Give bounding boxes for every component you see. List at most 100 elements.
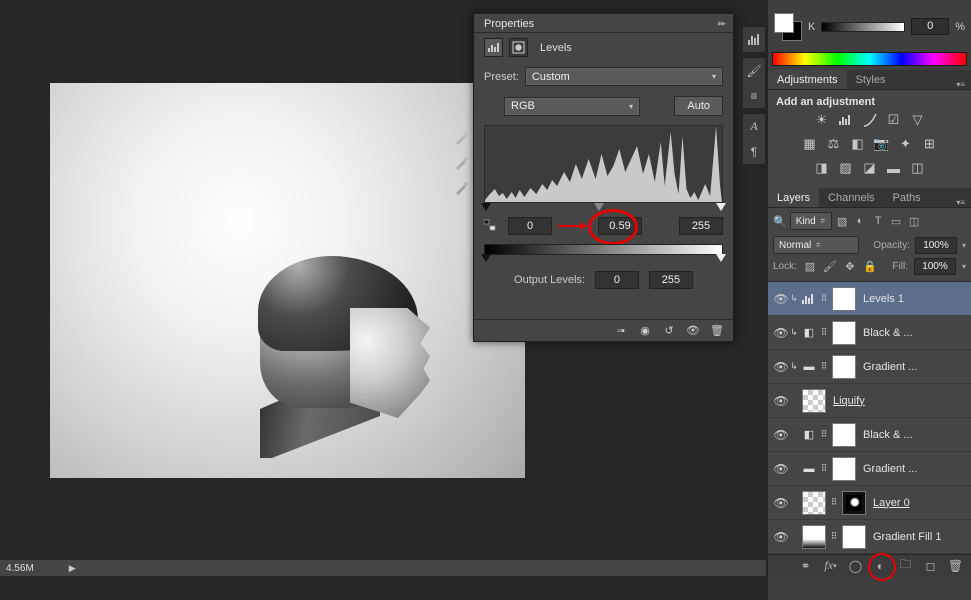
visibility-icon[interactable]: 👁: [773, 292, 789, 306]
layer-name[interactable]: Black & ...: [863, 327, 966, 339]
levels-adjustment-icon[interactable]: [484, 38, 503, 57]
tab-styles[interactable]: Styles: [847, 70, 895, 89]
tab-layers[interactable]: Layers: [768, 188, 819, 207]
clip-to-layer-icon[interactable]: ▫▪: [611, 322, 631, 339]
new-layer-icon[interactable]: ◻: [923, 558, 938, 573]
channel-dropdown[interactable]: RGB▾: [504, 97, 640, 116]
visibility-icon[interactable]: 👁: [773, 462, 789, 476]
histogram-panel-icon[interactable]: [746, 31, 763, 48]
curves-icon[interactable]: [861, 112, 879, 128]
properties-tab[interactable]: Properties: [474, 15, 544, 32]
lock-position-icon[interactable]: ✥: [843, 260, 857, 274]
invert-icon[interactable]: ◨: [813, 160, 831, 176]
white-point-eyedropper-icon[interactable]: [454, 179, 470, 195]
fill-field[interactable]: 100%: [914, 258, 956, 275]
toggle-visibility-icon[interactable]: 👁: [683, 322, 703, 339]
mask-thumb[interactable]: [832, 321, 856, 345]
mask-thumb[interactable]: [842, 525, 866, 549]
mask-thumb[interactable]: [832, 423, 856, 447]
layer-name[interactable]: Layer 0: [873, 497, 966, 509]
visibility-icon[interactable]: 👁: [773, 360, 789, 374]
mask-thumb[interactable]: [832, 287, 856, 311]
filter-pixel-icon[interactable]: ▧: [835, 214, 850, 229]
layer-row[interactable]: 👁 Liquify: [768, 384, 971, 418]
layer-filter-dropdown[interactable]: Kind≑: [790, 212, 832, 230]
channel-mixer-icon[interactable]: ✦: [897, 136, 915, 152]
blend-mode-dropdown[interactable]: Normal≑: [773, 236, 859, 254]
lock-transparent-icon[interactable]: ▨: [803, 260, 817, 274]
color-lookup-icon[interactable]: ⊞: [921, 136, 939, 152]
output-white-field[interactable]: 255: [649, 271, 693, 289]
gradient-map-icon[interactable]: ▬: [885, 160, 903, 176]
k-value-field[interactable]: 0: [911, 18, 949, 35]
wb-toggle-icon[interactable]: [484, 218, 496, 235]
white-output-handle[interactable]: [716, 254, 726, 262]
tab-paths[interactable]: Paths: [884, 188, 930, 207]
layer-name[interactable]: Gradient ...: [863, 463, 966, 475]
brush-presets-icon[interactable]: ≡: [746, 87, 763, 104]
layer-row[interactable]: 👁 ↳ ▬ ⠿ Gradient ...: [768, 350, 971, 384]
mask-thumb[interactable]: [842, 491, 866, 515]
opacity-field[interactable]: 100%: [915, 237, 957, 254]
input-white-field[interactable]: 255: [679, 217, 723, 235]
timeline-play-icon[interactable]: ▶: [69, 563, 76, 574]
visibility-icon[interactable]: 👁: [773, 530, 789, 544]
black-input-handle[interactable]: [481, 203, 491, 211]
levels-icon[interactable]: [837, 112, 855, 128]
mask-icon[interactable]: [509, 38, 528, 57]
link-layers-icon[interactable]: ⚭: [798, 558, 813, 573]
visibility-icon[interactable]: 👁: [773, 326, 789, 340]
layer-row[interactable]: 👁 ↳ ⠿ Levels 1: [768, 282, 971, 316]
layer-row[interactable]: 👁 ↳ ◧ ⠿ Black & ...: [768, 316, 971, 350]
collapse-icon[interactable]: ▸▸: [710, 18, 733, 29]
layers-menu-icon[interactable]: ▾≡: [950, 198, 971, 207]
black-white-icon[interactable]: ◧: [849, 136, 867, 152]
color-ramp[interactable]: [772, 52, 967, 66]
character-panel-icon[interactable]: A: [746, 118, 763, 135]
layer-row[interactable]: 👁 ⠿ Layer 0: [768, 486, 971, 520]
new-group-icon[interactable]: 🗀: [898, 558, 913, 573]
input-gamma-field[interactable]: 0.59: [598, 217, 642, 235]
vibrance-icon[interactable]: ▽: [909, 112, 927, 128]
visibility-icon[interactable]: 👁: [773, 428, 789, 442]
view-previous-icon[interactable]: ◉: [635, 322, 655, 339]
layer-style-icon[interactable]: fx▾: [823, 558, 838, 573]
layer-name[interactable]: Liquify: [833, 395, 966, 407]
delete-adjustment-icon[interactable]: 🗑: [707, 322, 727, 339]
threshold-icon[interactable]: ◪: [861, 160, 879, 176]
layer-row[interactable]: 👁 ⠿ Gradient Fill 1: [768, 520, 971, 554]
filter-type-icon[interactable]: T: [871, 214, 886, 229]
mask-thumb[interactable]: [832, 457, 856, 481]
fg-bg-swatch[interactable]: [774, 13, 802, 41]
smart-object-thumb[interactable]: [802, 389, 826, 413]
gray-point-eyedropper-icon[interactable]: [454, 154, 470, 170]
adjustments-menu-icon[interactable]: ▾≡: [950, 80, 971, 89]
paragraph-panel-icon[interactable]: ¶: [746, 143, 763, 160]
input-handles[interactable]: [484, 203, 723, 213]
selective-color-icon[interactable]: ◫: [909, 160, 927, 176]
tab-channels[interactable]: Channels: [819, 188, 883, 207]
brush-panel-icon[interactable]: 🖌: [746, 62, 763, 79]
layer-name[interactable]: Levels 1: [863, 293, 966, 305]
visibility-icon[interactable]: 👁: [773, 394, 789, 408]
auto-button[interactable]: Auto: [674, 96, 723, 116]
hue-sat-icon[interactable]: ▦: [801, 136, 819, 152]
output-gradient[interactable]: [484, 244, 723, 255]
histogram[interactable]: [484, 125, 723, 203]
preset-dropdown[interactable]: Custom▾: [525, 67, 723, 86]
delete-layer-icon[interactable]: 🗑: [948, 558, 963, 573]
white-input-handle[interactable]: [716, 203, 726, 211]
black-point-eyedropper-icon[interactable]: [454, 129, 470, 145]
layer-row[interactable]: 👁 ▬ ⠿ Gradient ...: [768, 452, 971, 486]
mask-thumb[interactable]: [832, 355, 856, 379]
color-balance-icon[interactable]: ⚖: [825, 136, 843, 152]
output-black-field[interactable]: 0: [595, 271, 639, 289]
gamma-input-handle[interactable]: [594, 203, 604, 211]
lock-all-icon[interactable]: 🔒: [863, 260, 877, 274]
lock-pixels-icon[interactable]: 🖌: [823, 260, 837, 274]
layer-name[interactable]: Black & ...: [863, 429, 966, 441]
k-slider[interactable]: [821, 22, 905, 32]
image-thumb[interactable]: [802, 491, 826, 515]
filter-smart-icon[interactable]: ◫: [907, 214, 922, 229]
filter-adjust-icon[interactable]: ◐: [853, 214, 868, 229]
